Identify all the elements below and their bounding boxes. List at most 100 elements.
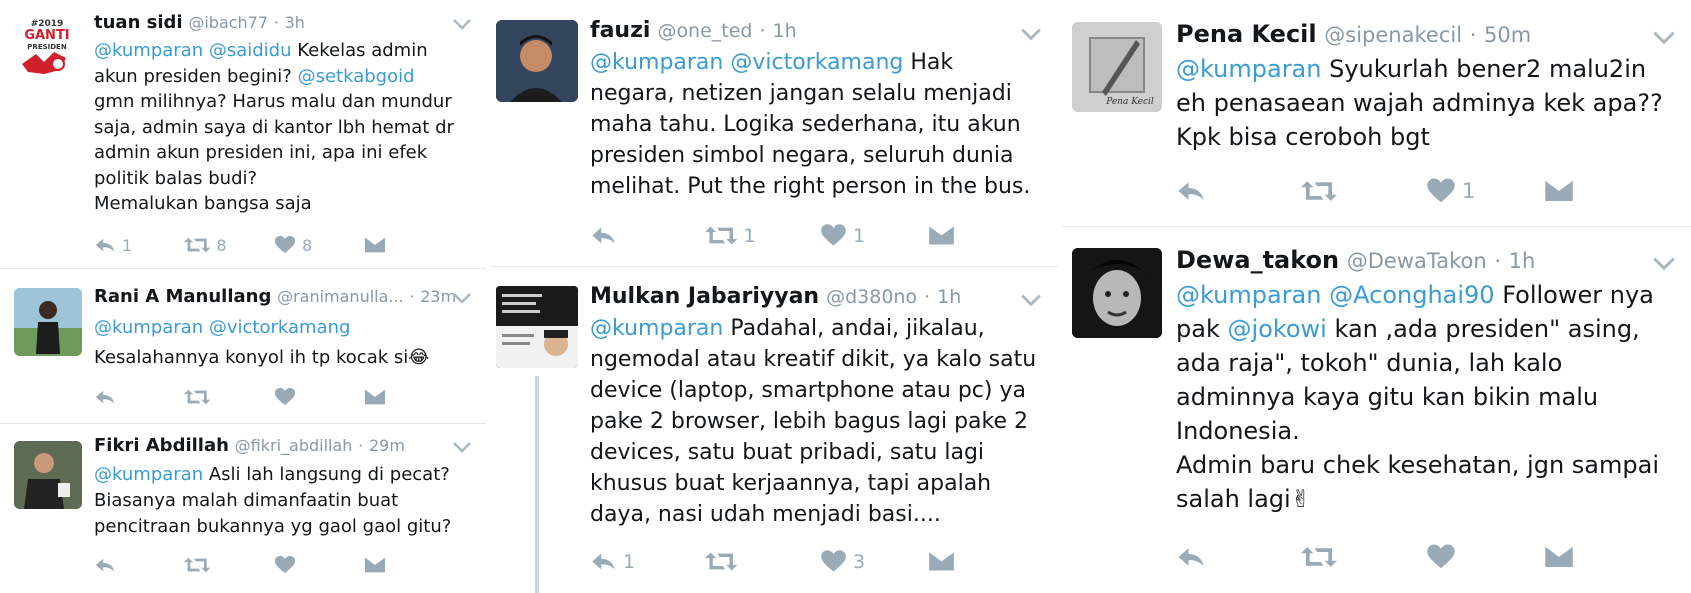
text-segment: presiden simbol negara, seluruh dunia	[590, 143, 1014, 168]
envelope-icon	[1544, 176, 1574, 206]
chevron-down-icon[interactable]	[452, 292, 472, 304]
timestamp[interactable]: 1h	[1509, 249, 1536, 273]
avatar[interactable]	[1072, 248, 1162, 338]
timestamp[interactable]: 1h	[773, 20, 797, 42]
mention-link[interactable]: @Aconghai90	[1329, 281, 1494, 309]
retweet-button[interactable]: 1	[705, 222, 820, 249]
like-button[interactable]	[274, 386, 364, 408]
direct-message-button[interactable]	[364, 554, 396, 576]
retweet-button[interactable]	[184, 386, 274, 408]
tweet-card[interactable]: Pena Kecil Pena Kecil @sipenakecil · 50m…	[1062, 0, 1691, 227]
mention-link[interactable]: @victorkamang	[209, 317, 351, 338]
mention-link[interactable]: @kumparan	[94, 40, 203, 61]
timestamp[interactable]: 23m	[420, 287, 456, 306]
username[interactable]: @DewaTakon	[1347, 249, 1487, 273]
reply-icon	[1176, 176, 1206, 206]
text-segment: Syukurlah bener2 malu2in	[1321, 55, 1647, 83]
chevron-down-icon[interactable]	[1652, 30, 1676, 45]
mention-link[interactable]: @jokowi	[1227, 315, 1326, 343]
mention-link[interactable]: @setkabgoid	[298, 66, 415, 87]
tweet-text-line: daya, nasi udah menjadi basi....	[590, 499, 1036, 530]
reply-button[interactable]	[94, 554, 184, 576]
text-segment: device (laptop, smartphone atau pc) ya	[590, 378, 1026, 403]
direct-message-button[interactable]	[364, 386, 396, 408]
timestamp[interactable]: 3h	[285, 13, 305, 32]
mention-link[interactable]: @kumparan	[1176, 55, 1321, 83]
tweet-text-line: akun presiden begini? @setkabgoid	[94, 64, 454, 90]
like-button[interactable]: 8	[274, 234, 364, 256]
like-button[interactable]	[274, 554, 364, 576]
username[interactable]: @sipenakecil	[1324, 23, 1462, 47]
mention-link[interactable]: @kumparan	[94, 317, 203, 338]
like-button[interactable]: 3	[820, 548, 928, 575]
reply-button[interactable]	[94, 386, 184, 408]
tweet-card[interactable]: Rani A Manullang @ranimanulla... · 23m @…	[0, 268, 486, 424]
timestamp[interactable]: 29m	[369, 436, 405, 455]
timestamp[interactable]: 50m	[1484, 23, 1531, 47]
text-segment: salah lagi	[1176, 485, 1291, 513]
tweet-text-line: @kumparan @victorkamang Hak	[590, 47, 1030, 78]
envelope-icon	[1544, 542, 1574, 572]
mention-link[interactable]: @victorkamang	[730, 50, 903, 75]
like-button[interactable]: 1	[1426, 176, 1544, 206]
chevron-down-icon[interactable]	[1020, 27, 1042, 41]
text-segment: Memalukan bangsa saja	[94, 193, 312, 214]
username[interactable]: @fikri_abdillah	[235, 436, 353, 455]
like-button[interactable]	[1426, 542, 1544, 572]
reply-button[interactable]	[590, 222, 705, 249]
direct-message-button[interactable]	[928, 548, 965, 575]
direct-message-button[interactable]	[928, 222, 965, 249]
avatar[interactable]: #2019 GANTI PRESIDEN	[14, 14, 80, 80]
timestamp[interactable]: 1h	[937, 286, 961, 308]
direct-message-button[interactable]	[1544, 176, 1584, 206]
direct-message-button[interactable]	[364, 234, 396, 256]
username[interactable]: @ibach77	[188, 13, 268, 32]
action-bar: 13	[590, 548, 965, 575]
display-name[interactable]: Dewa_takon	[1176, 246, 1339, 274]
display-name[interactable]: fauzi	[590, 18, 650, 43]
retweet-button[interactable]	[705, 548, 820, 575]
like-count: 1	[1462, 179, 1476, 203]
username[interactable]: @one_ted	[657, 20, 752, 42]
tweet-card[interactable]: Mulkan Jabariyyan @d380no · 1h @kumparan…	[490, 266, 1058, 593]
username[interactable]: @d380no	[826, 286, 917, 308]
username[interactable]: @ranimanulla...	[277, 287, 404, 306]
tweet-card[interactable]: #2019 GANTI PRESIDEN tuan sidi @ibach77 …	[0, 0, 486, 269]
mention-link[interactable]: @saididu	[209, 40, 292, 61]
avatar[interactable]	[14, 288, 82, 356]
like-button[interactable]: 1	[820, 222, 928, 249]
text-segment: khusus buat kerjaannya, tapi apalah	[590, 471, 992, 496]
tweet-card[interactable]: fauzi @one_ted · 1h @kumparan @victorkam…	[490, 0, 1058, 267]
retweet-button[interactable]	[1301, 176, 1426, 206]
display-name[interactable]: Mulkan Jabariyyan	[590, 284, 819, 309]
display-name[interactable]: Rani A Manullang	[94, 286, 271, 307]
avatar[interactable]: Pena Kecil	[1072, 22, 1162, 112]
direct-message-button[interactable]	[1544, 542, 1584, 572]
mention-link[interactable]: @kumparan	[94, 464, 203, 485]
chevron-down-icon[interactable]	[452, 18, 472, 30]
chevron-down-icon[interactable]	[1652, 256, 1676, 271]
display-name[interactable]: tuan sidi	[94, 12, 183, 33]
display-name[interactable]: Fikri Abdillah	[94, 435, 229, 456]
retweet-button[interactable]	[184, 554, 274, 576]
retweet-icon	[184, 554, 211, 576]
tweet-text-line: maha tahu. Logika sederhana, itu akun	[590, 109, 1030, 140]
tweet-card[interactable]: Fikri Abdillah @fikri_abdillah · 29m @ku…	[0, 423, 486, 593]
avatar[interactable]	[496, 286, 578, 368]
display-name[interactable]: Pena Kecil	[1176, 20, 1317, 48]
action-bar: 1 8 8	[94, 234, 396, 256]
retweet-button[interactable]	[1301, 542, 1426, 572]
mention-link[interactable]: @kumparan	[1176, 281, 1321, 309]
reply-button[interactable]	[1176, 176, 1301, 206]
mention-link[interactable]: @kumparan	[590, 50, 723, 75]
avatar[interactable]	[14, 441, 82, 509]
mention-link[interactable]: @kumparan	[590, 316, 723, 341]
tweet-card[interactable]: Dewa_takon @DewaTakon · 1h @kumparan @Ac…	[1062, 226, 1691, 593]
reply-button[interactable]: 1	[590, 548, 705, 575]
retweet-button[interactable]: 8	[184, 234, 274, 256]
avatar[interactable]	[496, 20, 578, 102]
reply-button[interactable]	[1176, 542, 1301, 572]
chevron-down-icon[interactable]	[1020, 293, 1042, 307]
chevron-down-icon[interactable]	[452, 441, 472, 453]
reply-button[interactable]: 1	[94, 234, 184, 256]
